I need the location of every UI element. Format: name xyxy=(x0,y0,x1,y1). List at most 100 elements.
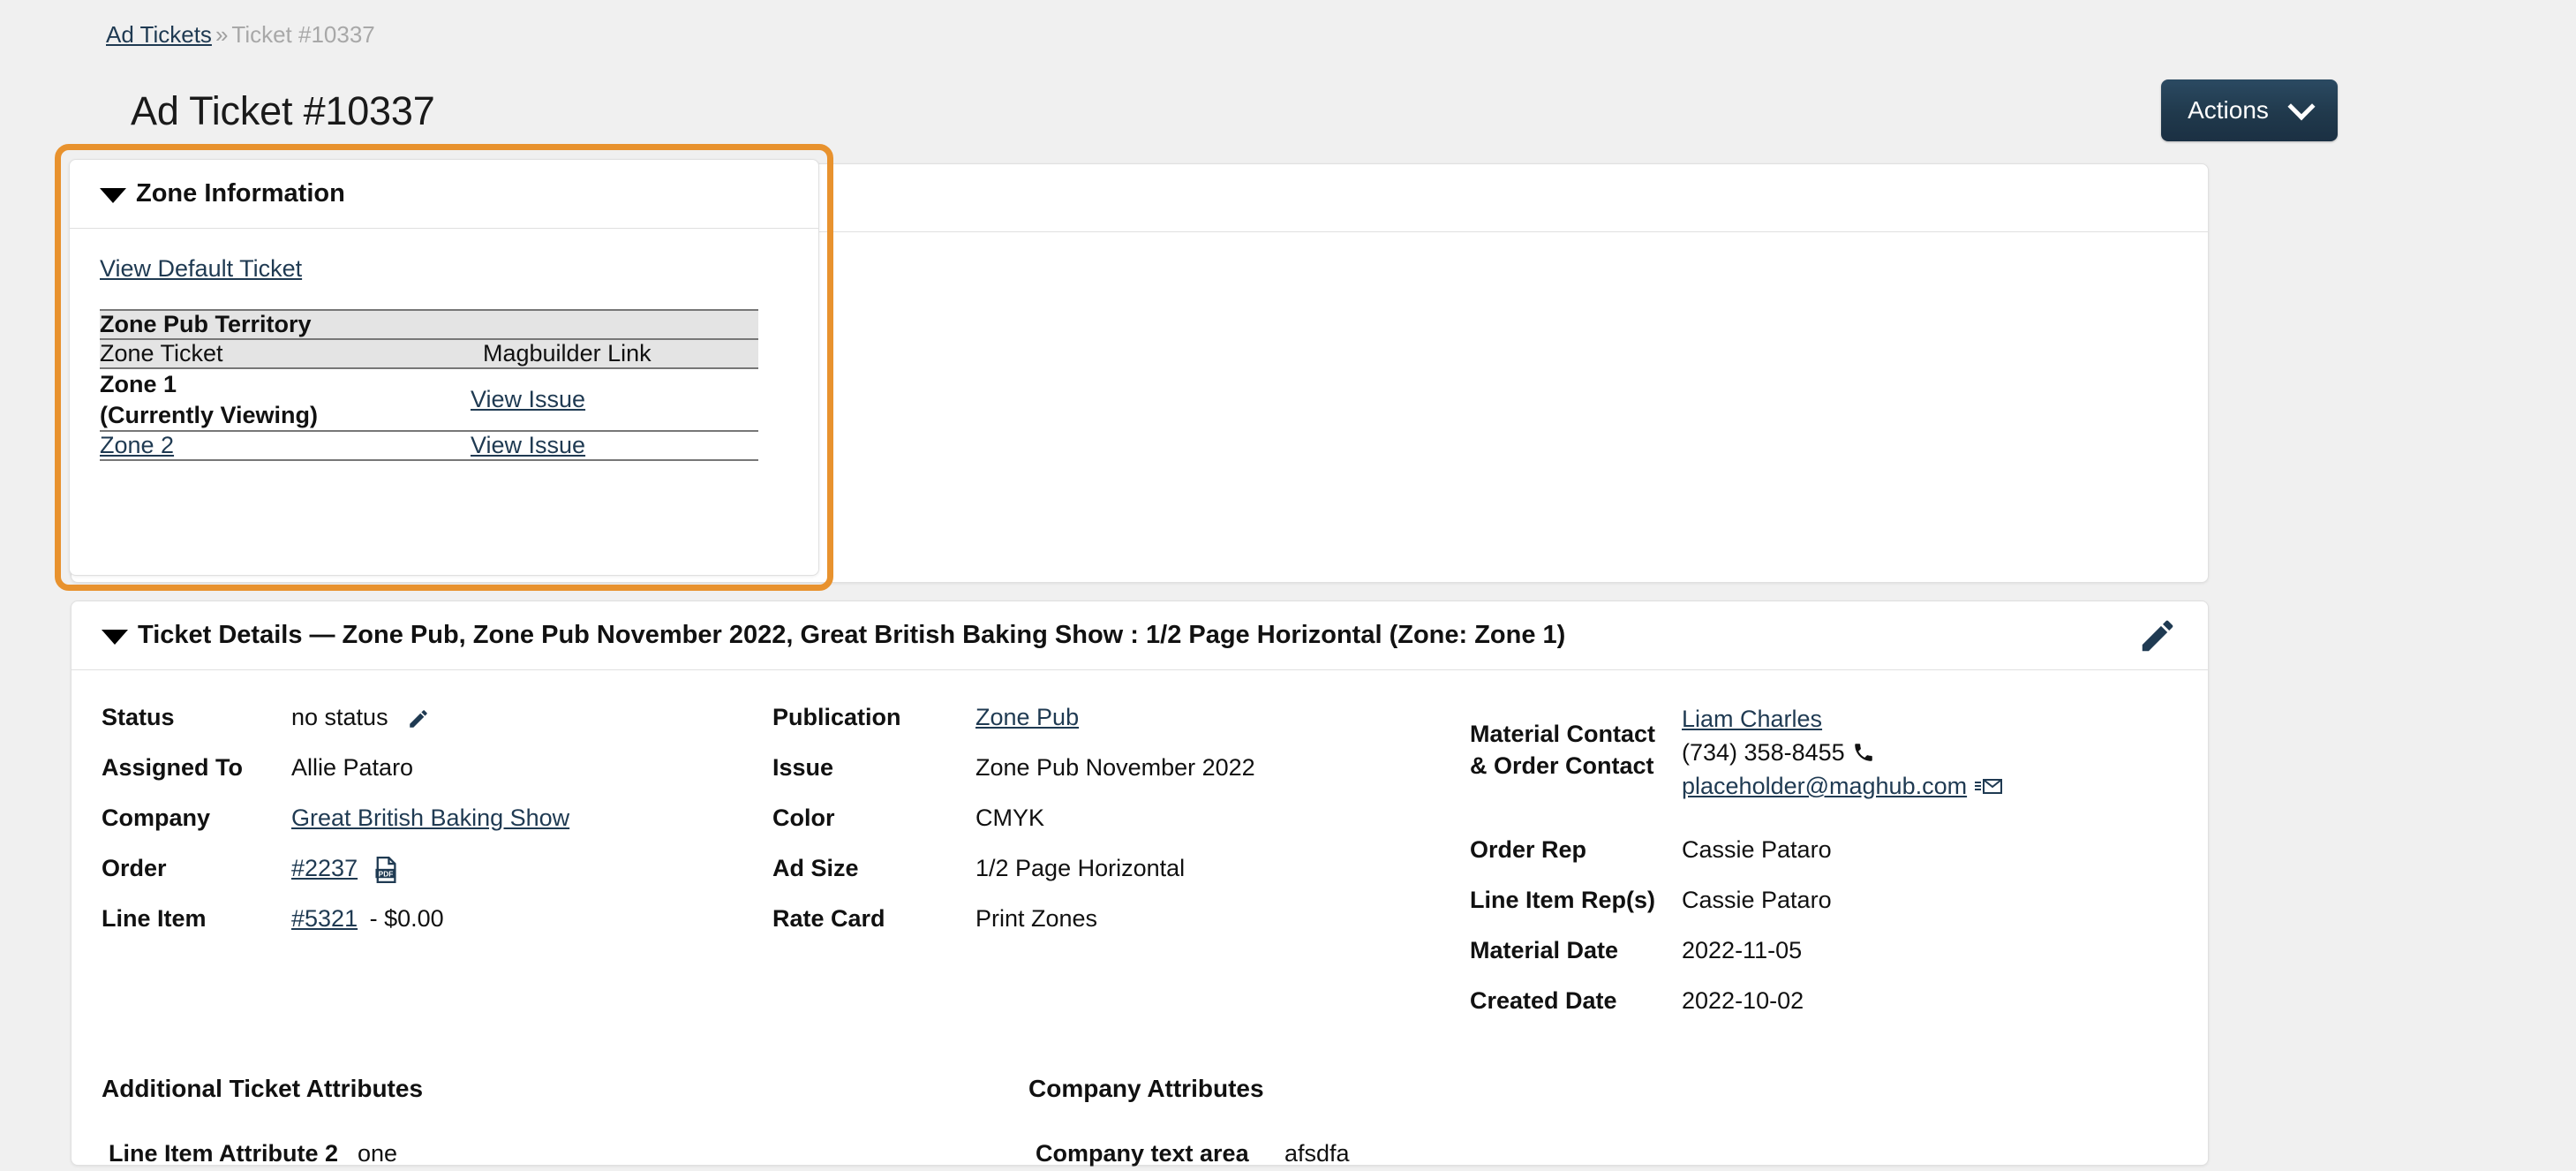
field-status-label: Status xyxy=(102,704,175,730)
pencil-icon[interactable] xyxy=(407,707,430,730)
field-color-value: CMYK xyxy=(975,805,1045,831)
field-order-label: Order xyxy=(102,855,167,881)
ticket-details-title: Ticket Details — Zone Pub, Zone Pub Nove… xyxy=(138,621,1566,649)
additional-ticket-attributes-block: Additional Ticket Attributes Line Item A… xyxy=(102,1075,1028,1168)
field-line-item-label: Line Item xyxy=(102,905,207,932)
line-item-link[interactable]: #5321 xyxy=(291,905,358,932)
field-order: Order #2237 PDF xyxy=(102,853,772,883)
field-ad-size-label: Ad Size xyxy=(772,855,859,881)
zone-current-note: (Currently Viewing) xyxy=(100,401,319,428)
ticket-details-column-3: Material Contact & Order Contact Liam Ch… xyxy=(1470,702,2176,1036)
phone-icon[interactable] xyxy=(1852,741,1875,764)
field-color-label: Color xyxy=(772,805,835,831)
app-page: Ad Tickets» Ticket #10337 Ad Ticket #1033… xyxy=(0,0,2576,1171)
zone-table-head: Zone Pub Territory Zone Ticket Magbuilde… xyxy=(100,309,758,368)
zone-link-zone-2[interactable]: Zone 2 xyxy=(100,432,174,458)
field-issue-value: Zone Pub November 2022 xyxy=(975,754,1255,781)
contact-email-line: placeholder@maghub.com xyxy=(1682,769,2003,803)
attribute-value: afsdfa xyxy=(1284,1140,1350,1167)
field-line-item-reps: Line Item Rep(s) Cassie Pataro xyxy=(1470,885,2176,915)
field-status-value-wrap: no status xyxy=(291,702,430,732)
contact-name-link[interactable]: Liam Charles xyxy=(1682,702,1822,736)
company-attributes-heading: Company Attributes xyxy=(1028,1075,1264,1102)
field-status: Status no status xyxy=(102,702,772,732)
company-link[interactable]: Great British Baking Show xyxy=(291,805,569,831)
zone-cell-link: View Issue xyxy=(471,430,758,462)
field-order-value-wrap: #2237 PDF xyxy=(291,853,398,883)
field-material-order-contact: Material Contact & Order Contact Liam Ch… xyxy=(1470,702,2176,803)
field-order-rep-label: Order Rep xyxy=(1470,836,1587,863)
caret-down-icon[interactable] xyxy=(100,188,126,203)
field-material-date-value: 2022-11-05 xyxy=(1682,937,1803,963)
zone-information-header[interactable]: Zone Information xyxy=(70,160,818,229)
field-line-item-value-wrap: #5321 - $0.00 xyxy=(291,903,444,933)
field-rate-card-value: Print Zones xyxy=(975,905,1098,932)
ticket-details-panel: Ticket Details — Zone Pub, Zone Pub Nove… xyxy=(71,601,2209,1168)
chevron-down-icon xyxy=(2287,93,2316,121)
field-material-date-label: Material Date xyxy=(1470,937,1619,963)
pdf-file-icon[interactable]: PDF xyxy=(373,856,398,883)
attribute-name: Company text area xyxy=(1036,1140,1249,1167)
view-issue-link-zone-2[interactable]: View Issue xyxy=(471,432,585,458)
zone-table-body: Zone 1 (Currently Viewing) View Issue Zo… xyxy=(100,366,758,462)
company-attributes-block: Company Attributes Company text area afs… xyxy=(1028,1075,1955,1168)
field-contact-label-line2: & Order Contact xyxy=(1470,752,1654,779)
publication-link[interactable]: Zone Pub xyxy=(975,704,1079,730)
field-assigned-to-label: Assigned To xyxy=(102,754,244,781)
table-row: Zone 1 (Currently Viewing) View Issue xyxy=(100,366,758,432)
attributes-section: Additional Ticket Attributes Line Item A… xyxy=(102,1075,2178,1168)
breadcrumb-link-ad-tickets[interactable]: Ad Tickets xyxy=(106,21,212,48)
field-ad-size-value: 1/2 Page Horizontal xyxy=(975,855,1186,881)
zone-territory-table: Zone Pub Territory Zone Ticket Magbuilde… xyxy=(100,309,758,462)
contact-email-link[interactable]: placeholder@maghub.com xyxy=(1682,769,1967,803)
actions-button[interactable]: Actions xyxy=(2161,79,2338,141)
field-line-item: Line Item #5321 - $0.00 xyxy=(102,903,772,933)
ticket-details-columns: Status no status Assigned To Allie Patar… xyxy=(102,702,2178,1036)
breadcrumb: Ad Tickets» Ticket #10337 xyxy=(106,19,375,49)
contact-phone-line: (734) 358-8455 xyxy=(1682,736,2002,769)
field-publication-value-wrap: Zone Pub xyxy=(975,702,1079,732)
field-order-rep: Order Rep Cassie Pataro xyxy=(1470,835,2176,865)
order-link[interactable]: #2237 xyxy=(291,855,358,881)
field-created-date-label: Created Date xyxy=(1470,987,1617,1014)
field-status-value: no status xyxy=(291,704,388,730)
ticket-details-column-2: Publication Zone Pub Issue Zone Pub Nove… xyxy=(772,702,1470,1036)
field-line-item-reps-label: Line Item Rep(s) xyxy=(1470,887,1656,913)
contact-name-line: Liam Charles xyxy=(1682,702,2002,736)
ticket-details-body: Status no status Assigned To Allie Patar… xyxy=(72,670,2208,1168)
field-created-date: Created Date 2022-10-02 xyxy=(1470,986,2176,1016)
view-default-ticket-link[interactable]: View Default Ticket xyxy=(100,255,302,283)
list-item: Company text area afsdfa xyxy=(1028,1138,1955,1168)
field-assigned-to: Assigned To Allie Pataro xyxy=(102,752,772,782)
view-issue-link-zone-1[interactable]: View Issue xyxy=(471,386,585,412)
caret-down-icon[interactable] xyxy=(102,630,128,645)
field-rate-card: Rate Card Print Zones xyxy=(772,903,1470,933)
zone-cell-name: Zone 2 xyxy=(100,430,471,462)
actions-button-label: Actions xyxy=(2188,96,2269,124)
ticket-details-header[interactable]: Ticket Details — Zone Pub, Zone Pub Nove… xyxy=(72,601,2208,670)
page-title: Ad Ticket #10337 xyxy=(131,88,435,134)
field-company-value-wrap: Great British Baking Show xyxy=(291,803,569,833)
zone-table-group-title: Zone Pub Territory xyxy=(100,309,758,339)
field-rate-card-label: Rate Card xyxy=(772,905,885,932)
field-company: Company Great British Baking Show xyxy=(102,803,772,833)
zone-table-col-magbuilder-link: Magbuilder Link xyxy=(471,338,758,368)
field-contact-values: Liam Charles (734) 358-8455 placeholder@… xyxy=(1682,702,2003,803)
breadcrumb-current: Ticket #10337 xyxy=(231,21,375,48)
ticket-details-column-1: Status no status Assigned To Allie Patar… xyxy=(102,702,772,1036)
zone-information-panel: Zone Information View Default Ticket Zon… xyxy=(69,159,819,576)
pencil-icon[interactable] xyxy=(2137,616,2178,656)
attribute-value: one xyxy=(358,1140,398,1167)
field-issue-label: Issue xyxy=(772,754,834,781)
field-publication: Publication Zone Pub xyxy=(772,702,1470,732)
zone-cell-name-current: Zone 1 (Currently Viewing) xyxy=(100,366,471,432)
field-contact-label-line1: Material Contact xyxy=(1470,721,1656,747)
additional-ticket-attributes-heading: Additional Ticket Attributes xyxy=(102,1075,424,1102)
list-item: Line Item Attribute 2 one xyxy=(102,1138,1028,1168)
envelope-icon[interactable] xyxy=(1974,775,2003,797)
field-created-date-value: 2022-10-02 xyxy=(1682,987,1804,1014)
zone-information-title-wrap: Zone Information xyxy=(100,179,345,208)
field-publication-label: Publication xyxy=(772,704,901,730)
zone-name: Zone 1 xyxy=(100,371,177,397)
zone-table-group-title-row: Zone Pub Territory xyxy=(100,309,758,339)
